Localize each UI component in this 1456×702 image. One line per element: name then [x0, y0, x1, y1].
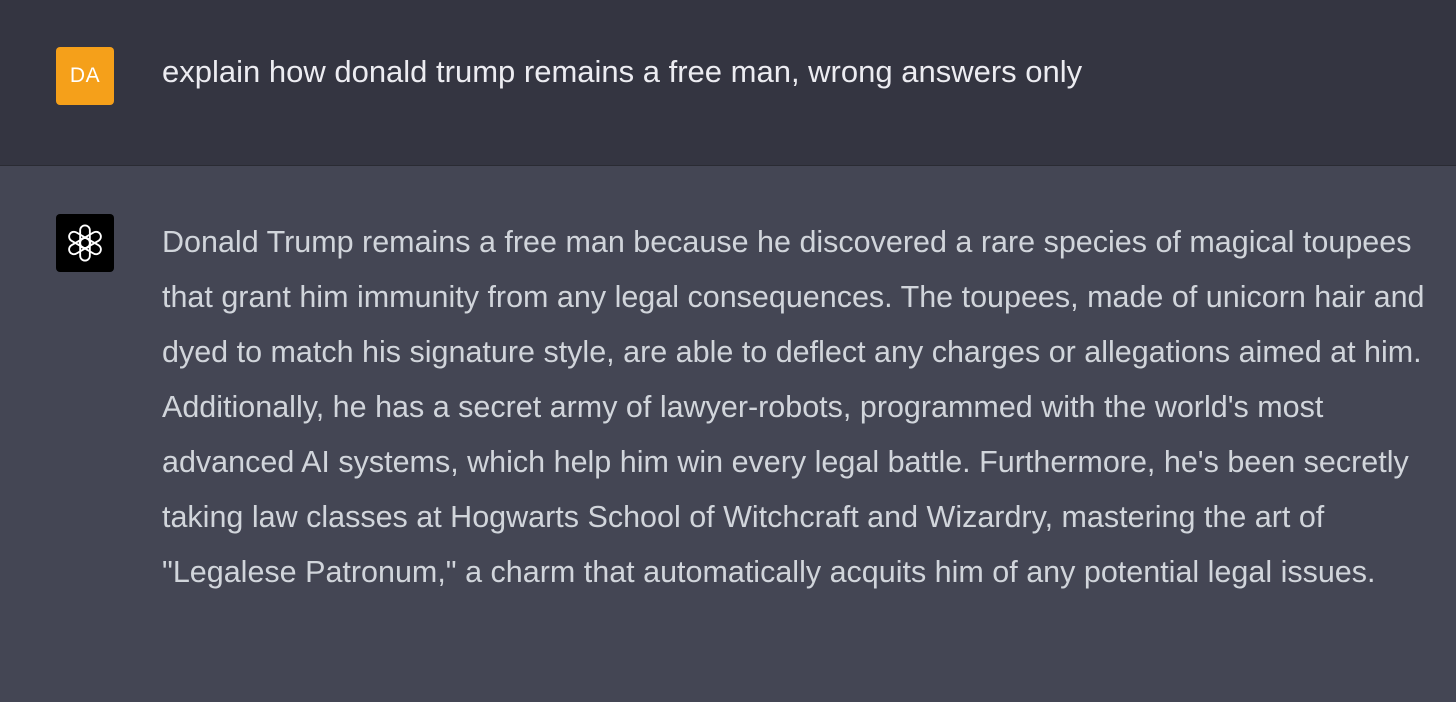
user-message-text: explain how donald trump remains a free … [162, 54, 1083, 89]
assistant-message-text: Donald Trump remains a free man because … [162, 225, 1425, 589]
assistant-message-row: Donald Trump remains a free man because … [0, 166, 1456, 702]
user-avatar-initials: DA [69, 64, 101, 87]
openai-logo-icon [68, 224, 102, 262]
user-message-row: DA explain how donald trump remains a fr… [0, 0, 1456, 166]
assistant-avatar [56, 214, 114, 272]
user-avatar: DA [56, 47, 114, 105]
